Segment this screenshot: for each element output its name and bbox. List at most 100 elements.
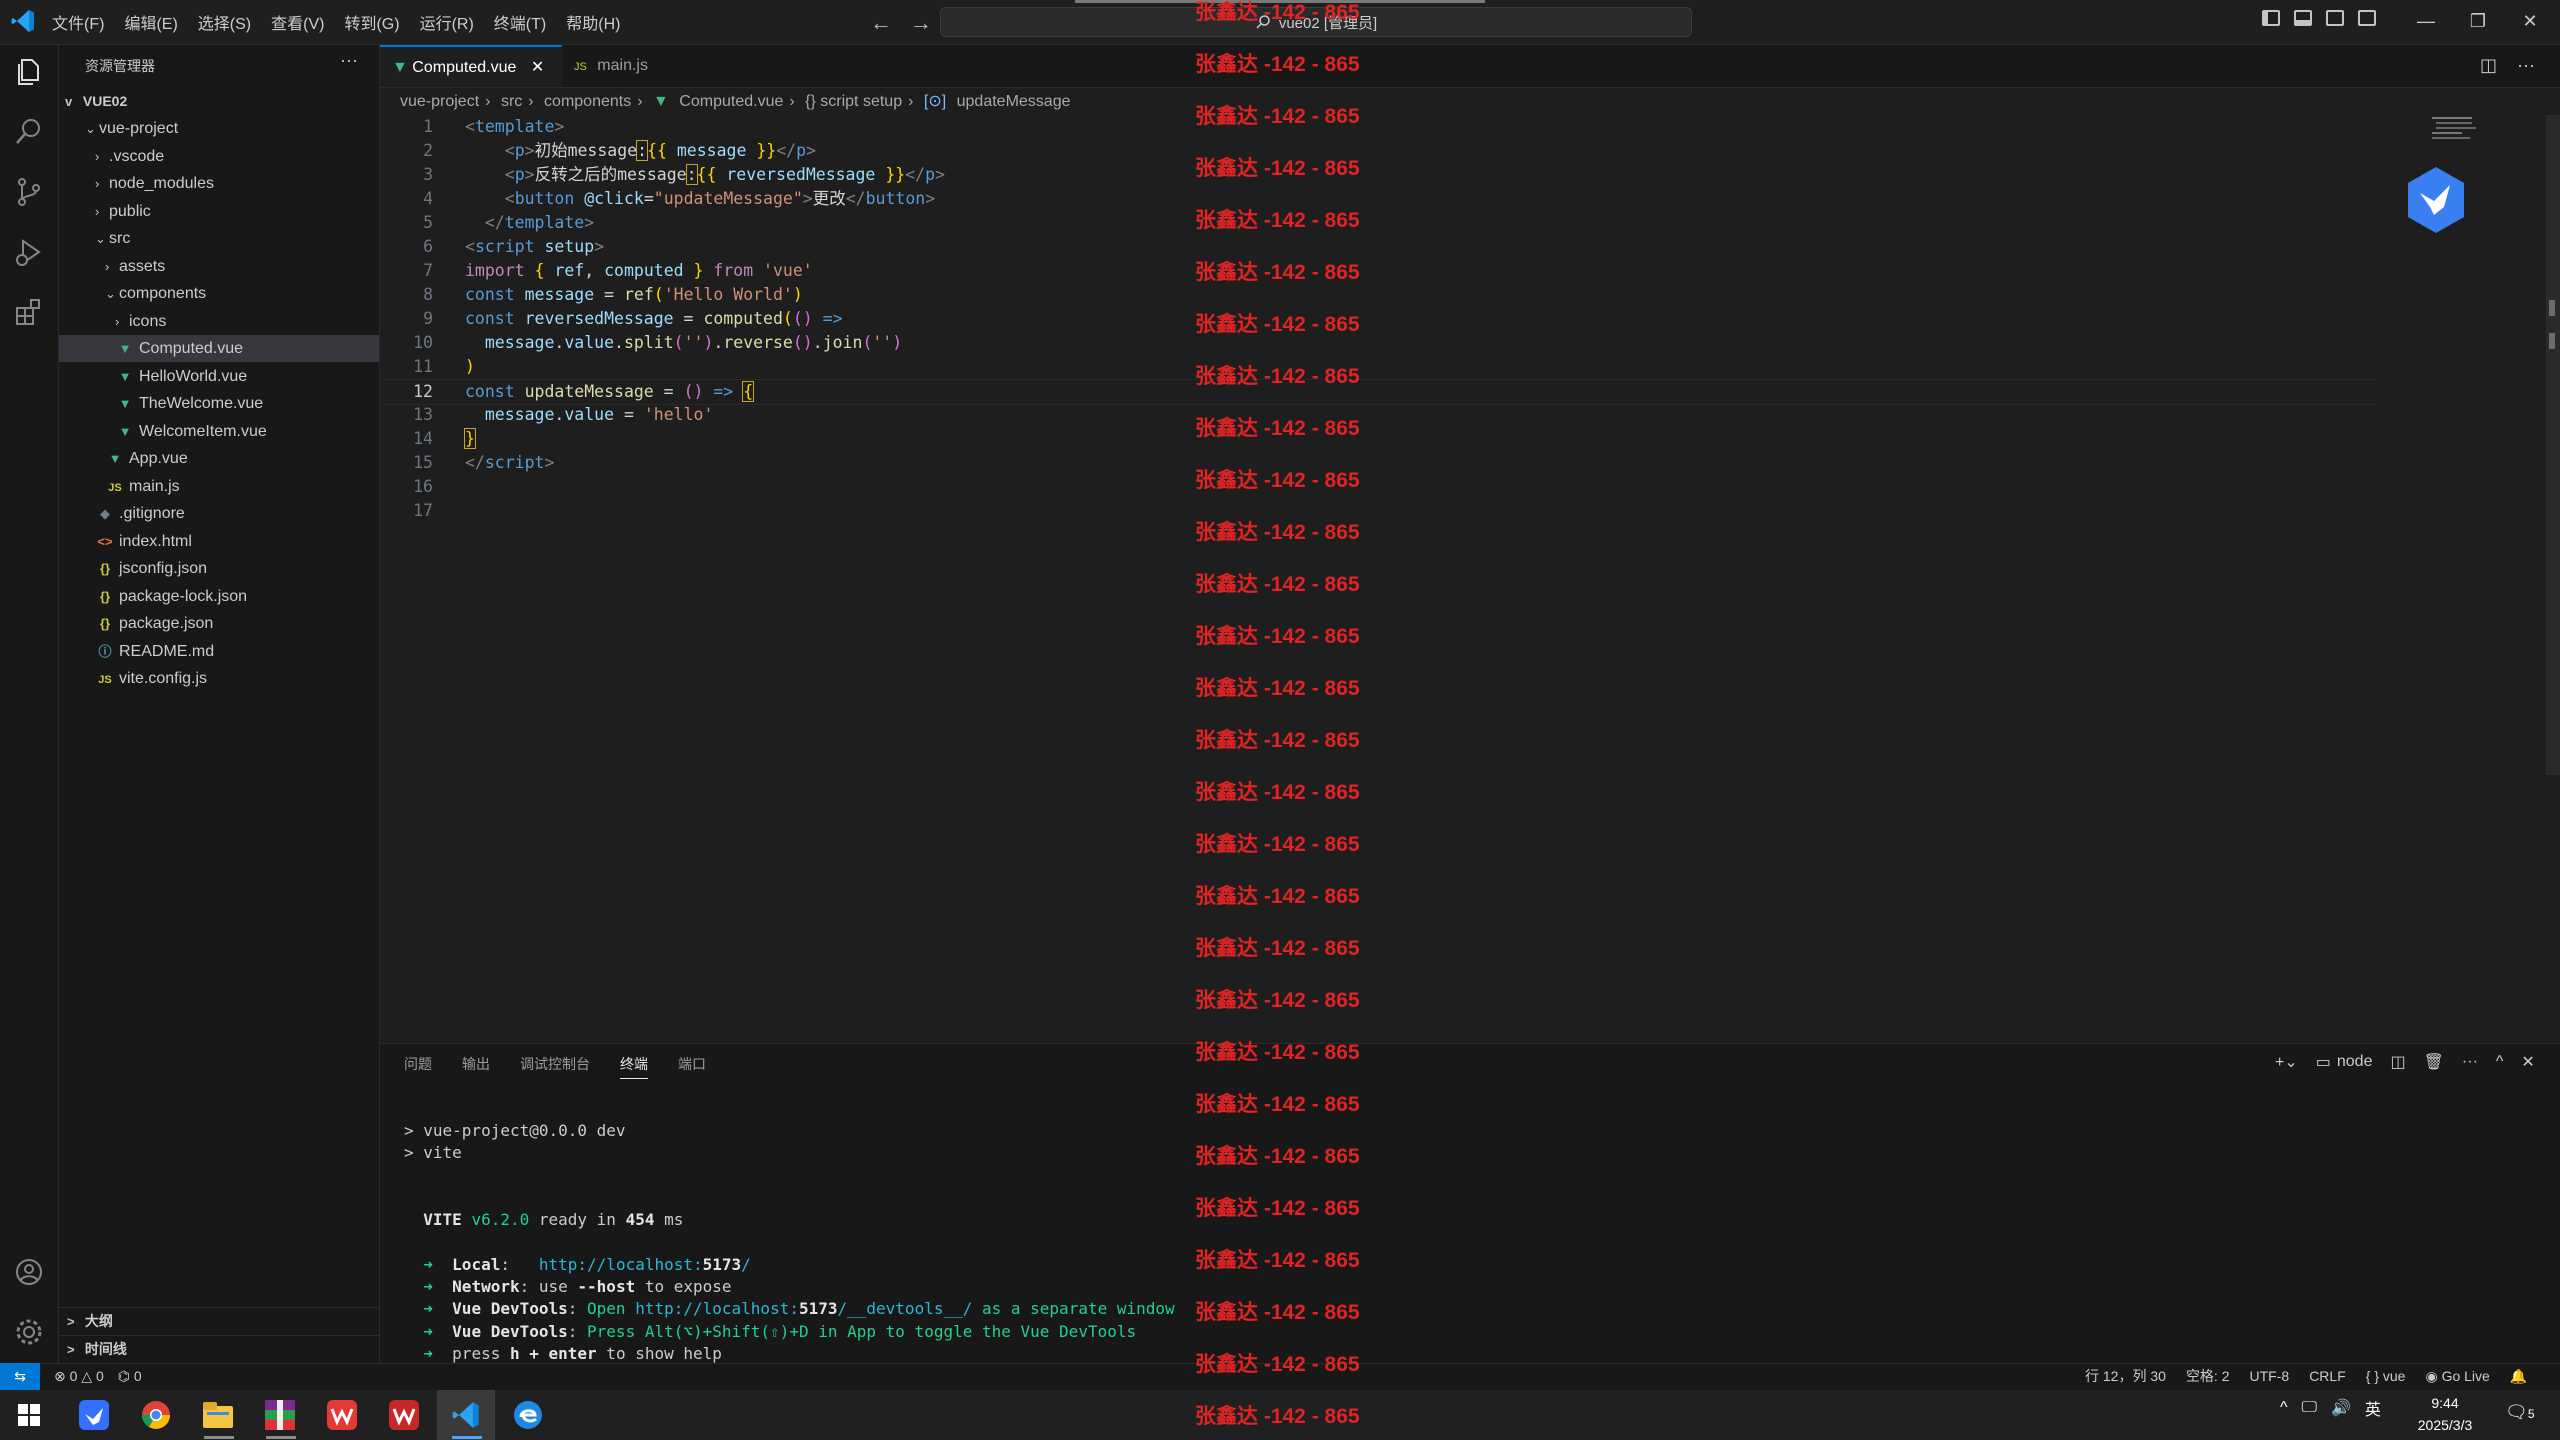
- ime-indicator[interactable]: 英: [2365, 1396, 2381, 1420]
- more-actions-icon[interactable]: ···: [340, 50, 358, 71]
- tree-item[interactable]: ▼ WelcomeItem.vue: [59, 418, 379, 445]
- panel-more-icon[interactable]: ···: [2462, 1053, 2478, 1071]
- volume-icon[interactable]: 🔊: [2331, 1398, 2351, 1418]
- tree-item[interactable]: {} jsconfig.json: [59, 555, 379, 582]
- close-window-icon[interactable]: ✕: [2504, 6, 2556, 36]
- file-explorer-icon[interactable]: [189, 1390, 247, 1440]
- tree-item[interactable]: JS vite.config.js: [59, 665, 379, 692]
- accounts-icon[interactable]: [13, 1256, 45, 1288]
- ports-status[interactable]: ⌬ 0: [118, 1363, 142, 1389]
- language-mode[interactable]: { } vue: [2366, 1363, 2406, 1389]
- split-terminal-icon[interactable]: ◫: [2390, 1052, 2405, 1072]
- menu-item[interactable]: 运行(R): [420, 10, 474, 34]
- tree-item[interactable]: ⌄ components: [59, 280, 379, 307]
- indentation[interactable]: 空格: 2: [2186, 1363, 2230, 1389]
- tree-item[interactable]: ▼ Computed.vue: [59, 335, 379, 362]
- explorer-icon[interactable]: [13, 56, 45, 88]
- close-tab-icon[interactable]: ✕: [531, 59, 544, 76]
- vscode-taskbar-icon[interactable]: [437, 1390, 495, 1440]
- network-icon[interactable]: 🖵: [2302, 1399, 2317, 1417]
- toggle-secondary-sidebar-icon[interactable]: [2326, 10, 2344, 26]
- manage-gear-icon[interactable]: [13, 1316, 45, 1348]
- menu-item[interactable]: 终端(T): [494, 10, 546, 34]
- breadcrumb-item[interactable]: {} script setup: [805, 93, 902, 110]
- minimize-icon[interactable]: —: [2400, 6, 2452, 36]
- back-arrow-icon[interactable]: ←: [870, 10, 892, 36]
- minimap[interactable]: [2430, 115, 2480, 145]
- new-terminal-icon[interactable]: +⌄: [2275, 1052, 2298, 1072]
- breadcrumb-item[interactable]: src: [501, 93, 522, 110]
- cursor-position[interactable]: 行 12，列 30: [2085, 1363, 2166, 1389]
- terminal-name[interactable]: node: [2337, 1053, 2373, 1071]
- tree-item[interactable]: › node_modules: [59, 170, 379, 197]
- tab-main-js[interactable]: JS main.js: [562, 45, 692, 87]
- notification-icon[interactable]: 🗨5: [2505, 1402, 2535, 1423]
- search-sidebar-icon[interactable]: [13, 116, 45, 148]
- toggle-primary-sidebar-icon[interactable]: [2262, 10, 2280, 26]
- tree-item[interactable]: JS main.js: [59, 473, 379, 500]
- maximize-panel-icon[interactable]: ^: [2496, 1053, 2504, 1071]
- timeline-section[interactable]: > 时间线: [59, 1335, 379, 1362]
- tab-terminal[interactable]: 终端: [620, 1054, 648, 1079]
- tab-debug-console[interactable]: 调试控制台: [520, 1054, 590, 1079]
- tree-item[interactable]: ▼ HelloWorld.vue: [59, 363, 379, 390]
- split-editor-icon[interactable]: ◫: [2480, 55, 2497, 76]
- tree-item[interactable]: {} package-lock.json: [59, 583, 379, 610]
- customize-layout-icon[interactable]: [2358, 10, 2376, 26]
- feishu-app-icon[interactable]: [65, 1390, 123, 1440]
- extensions-icon[interactable]: [13, 296, 45, 328]
- start-windows-icon[interactable]: [0, 1390, 58, 1440]
- restore-icon[interactable]: ❐: [2452, 6, 2504, 36]
- edge-browser-icon[interactable]: [499, 1390, 557, 1440]
- tab-problems[interactable]: 问题: [404, 1054, 432, 1079]
- tree-item[interactable]: › icons: [59, 308, 379, 335]
- eol[interactable]: CRLF: [2309, 1363, 2346, 1389]
- breadcrumb-item[interactable]: components: [544, 93, 631, 110]
- run-debug-icon[interactable]: [13, 236, 45, 268]
- tree-item[interactable]: ▼ TheWelcome.vue: [59, 390, 379, 417]
- breadcrumb-item[interactable]: Computed.vue: [679, 93, 783, 110]
- tree-item[interactable]: ⓘ README.md: [59, 638, 379, 665]
- wps-writer-icon[interactable]: [375, 1390, 433, 1440]
- editor-more-icon[interactable]: ···: [2517, 55, 2535, 76]
- outline-section[interactable]: > 大纲: [59, 1307, 379, 1334]
- menu-item[interactable]: 转到(G): [344, 10, 399, 34]
- menu-item[interactable]: 选择(S): [198, 10, 251, 34]
- system-clock[interactable]: 9:44 2025/3/3: [2400, 1392, 2490, 1436]
- problems-status[interactable]: ⊗ 0 △ 0: [54, 1363, 104, 1389]
- tree-item[interactable]: {} package.json: [59, 610, 379, 637]
- tree-item[interactable]: <> index.html: [59, 528, 379, 555]
- bell-icon[interactable]: 🔔: [2510, 1363, 2527, 1389]
- winrar-icon[interactable]: [251, 1390, 309, 1440]
- code-editor[interactable]: 1 <template> 2 <p>初始message:{{ message }}<…: [380, 115, 2550, 1035]
- tree-item[interactable]: ⌄ vue-project: [59, 115, 379, 142]
- tab-ports[interactable]: 端口: [678, 1054, 706, 1079]
- assistant-bird-icon[interactable]: [2404, 165, 2468, 235]
- editor-scrollbar[interactable]: [2546, 115, 2560, 775]
- tree-item[interactable]: › public: [59, 198, 379, 225]
- toggle-panel-icon[interactable]: [2294, 10, 2312, 26]
- chrome-icon[interactable]: [127, 1390, 185, 1440]
- remote-icon[interactable]: ⇆: [0, 1363, 40, 1390]
- tree-item[interactable]: ◆ .gitignore: [59, 500, 379, 527]
- menu-item[interactable]: 查看(V): [271, 10, 324, 34]
- menu-item[interactable]: 文件(F): [52, 10, 104, 34]
- tree-item[interactable]: ⌄ src: [59, 225, 379, 252]
- close-panel-icon[interactable]: ✕: [2521, 1052, 2534, 1072]
- tray-chevron-up-icon[interactable]: ^: [2280, 1399, 2288, 1417]
- tab-computed-vue[interactable]: ▼ Computed.vue ✕: [380, 45, 562, 87]
- trash-icon[interactable]: 🗑: [2424, 1052, 2444, 1072]
- tab-output[interactable]: 输出: [462, 1054, 490, 1079]
- menu-item[interactable]: 帮助(H): [566, 10, 620, 34]
- tree-item[interactable]: › .vscode: [59, 143, 379, 170]
- wps-office-icon[interactable]: [313, 1390, 371, 1440]
- workspace-root[interactable]: v VUE02: [59, 88, 379, 115]
- menu-item[interactable]: 编辑(E): [124, 10, 177, 34]
- tree-item[interactable]: › assets: [59, 253, 379, 280]
- encoding[interactable]: UTF-8: [2250, 1363, 2290, 1389]
- go-live[interactable]: ◉ Go Live: [2425, 1363, 2489, 1389]
- source-control-icon[interactable]: [13, 176, 45, 208]
- breadcrumb-item[interactable]: vue-project: [400, 93, 479, 110]
- forward-arrow-icon[interactable]: →: [910, 10, 932, 36]
- tree-item[interactable]: ▼ App.vue: [59, 445, 379, 472]
